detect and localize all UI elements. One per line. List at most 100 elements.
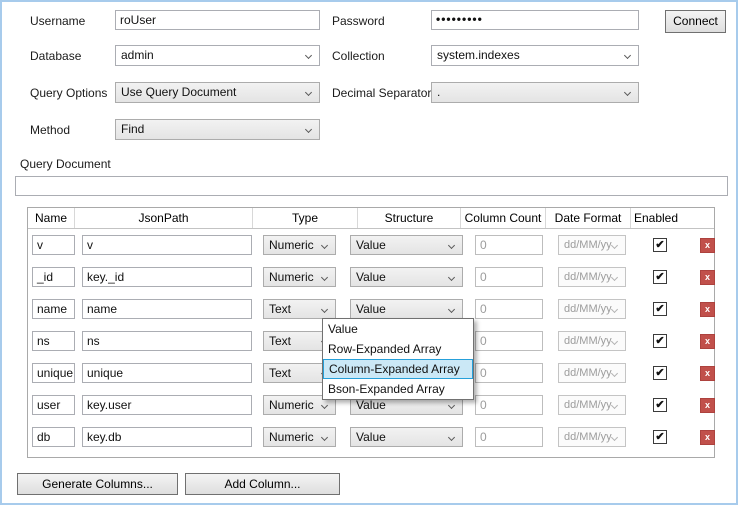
chevron-down-icon <box>611 402 618 409</box>
row-name-input[interactable]: name <box>32 299 75 319</box>
row-jsonpath-input[interactable]: name <box>82 299 252 319</box>
grid-header-cell: Date Format <box>546 208 631 228</box>
row-structure-select[interactable]: Value <box>350 267 463 287</box>
row-column-count-input[interactable]: 0 <box>475 331 543 351</box>
row-type-value: Text <box>269 302 291 316</box>
row-name-input[interactable]: unique <box>32 363 75 383</box>
chevron-down-icon <box>321 434 328 441</box>
connect-button[interactable]: Connect <box>665 10 726 33</box>
dropdown-item[interactable]: Row-Expanded Array <box>323 339 473 359</box>
database-value: admin <box>121 48 154 62</box>
row-column-count-input[interactable]: 0 <box>475 235 543 255</box>
row-jsonpath-input[interactable]: key._id <box>82 267 252 287</box>
row-structure-select[interactable]: Value <box>350 235 463 255</box>
row-type-select[interactable]: Numeric <box>263 267 336 287</box>
row-column-count-input[interactable]: 0 <box>475 395 543 415</box>
row-date-format-select[interactable]: dd/MM/yy <box>558 395 626 415</box>
row-name-input[interactable]: v <box>32 235 75 255</box>
grid-header-cell: Column Count <box>461 208 546 228</box>
collection-select[interactable]: system.indexes <box>431 45 639 66</box>
enabled-checkbox[interactable]: ✔ <box>653 366 667 380</box>
dropdown-item[interactable]: Value <box>323 319 473 339</box>
row-name-input[interactable]: ns <box>32 331 75 351</box>
row-type-select[interactable]: Numeric <box>263 427 336 447</box>
row-structure-value: Value <box>356 430 386 444</box>
generate-columns-button[interactable]: Generate Columns... <box>17 473 178 495</box>
delete-row-button[interactable]: x <box>700 302 715 317</box>
chevron-down-icon <box>611 274 618 281</box>
row-name-input[interactable]: _id <box>32 267 75 287</box>
grid-header-cell: Structure <box>358 208 461 228</box>
delete-row-button[interactable]: x <box>700 270 715 285</box>
row-column-count-input[interactable]: 0 <box>475 299 543 319</box>
row-column-count-input[interactable]: 0 <box>475 427 543 447</box>
enabled-checkbox[interactable]: ✔ <box>653 302 667 316</box>
row-jsonpath-input[interactable]: key.db <box>82 427 252 447</box>
enabled-checkbox[interactable]: ✔ <box>653 270 667 284</box>
structure-dropdown-popup: ValueRow-Expanded ArrayColumn-Expanded A… <box>322 318 474 400</box>
grid-header-cell: Type <box>253 208 358 228</box>
row-name-input[interactable]: db <box>32 427 75 447</box>
chevron-down-icon <box>624 52 631 59</box>
database-select[interactable]: admin <box>115 45 320 66</box>
query-options-select[interactable]: Use Query Document <box>115 82 320 103</box>
row-date-format-value: dd/MM/yy <box>564 271 612 283</box>
row-name-input[interactable]: user <box>32 395 75 415</box>
app-window: Username roUser Password ••••••••• Conne… <box>0 0 738 505</box>
collection-value: system.indexes <box>437 48 520 62</box>
row-type-value: Numeric <box>269 270 314 284</box>
row-date-format-select[interactable]: dd/MM/yy <box>558 331 626 351</box>
password-label: Password <box>332 13 385 29</box>
row-date-format-value: dd/MM/yy <box>564 367 612 379</box>
enabled-checkbox[interactable]: ✔ <box>653 238 667 252</box>
row-column-count-input[interactable]: 0 <box>475 267 543 287</box>
row-date-format-select[interactable]: dd/MM/yy <box>558 267 626 287</box>
row-type-value: Text <box>269 366 291 380</box>
grid-header-cell: Name <box>28 208 75 228</box>
dropdown-item[interactable]: Column-Expanded Array <box>323 359 473 379</box>
enabled-checkbox[interactable]: ✔ <box>653 430 667 444</box>
row-jsonpath-input[interactable]: v <box>82 235 252 255</box>
row-jsonpath-input[interactable]: key.user <box>82 395 252 415</box>
chevron-down-icon <box>448 434 455 441</box>
method-label: Method <box>30 122 70 138</box>
row-type-select[interactable]: Text <box>263 299 336 319</box>
row-date-format-select[interactable]: dd/MM/yy <box>558 363 626 383</box>
row-jsonpath-input[interactable]: unique <box>82 363 252 383</box>
decimal-separator-select[interactable]: . <box>431 82 639 103</box>
delete-row-button[interactable]: x <box>700 334 715 349</box>
row-structure-select[interactable]: Value <box>350 299 463 319</box>
row-date-format-select[interactable]: dd/MM/yy <box>558 427 626 447</box>
collection-label: Collection <box>332 48 385 64</box>
chevron-down-icon <box>321 306 328 313</box>
chevron-down-icon <box>321 274 328 281</box>
enabled-checkbox[interactable]: ✔ <box>653 334 667 348</box>
row-jsonpath-input[interactable]: ns <box>82 331 252 351</box>
database-label: Database <box>30 48 81 64</box>
row-date-format-select[interactable]: dd/MM/yy <box>558 299 626 319</box>
add-column-button[interactable]: Add Column... <box>185 473 340 495</box>
row-structure-select[interactable]: Value <box>350 427 463 447</box>
delete-row-button[interactable]: x <box>700 366 715 381</box>
password-input[interactable]: ••••••••• <box>431 10 639 30</box>
delete-row-button[interactable]: x <box>700 430 715 445</box>
delete-row-button[interactable]: x <box>700 398 715 413</box>
row-type-select[interactable]: Numeric <box>263 235 336 255</box>
username-input[interactable]: roUser <box>115 10 320 30</box>
chevron-down-icon <box>321 242 328 249</box>
row-column-count-input[interactable]: 0 <box>475 363 543 383</box>
delete-row-button[interactable]: x <box>700 238 715 253</box>
method-select[interactable]: Find <box>115 119 320 140</box>
dropdown-item[interactable]: Bson-Expanded Array <box>323 379 473 399</box>
row-date-format-value: dd/MM/yy <box>564 303 612 315</box>
chevron-down-icon <box>321 402 328 409</box>
chevron-down-icon <box>611 434 618 441</box>
row-type-value: Numeric <box>269 430 314 444</box>
chevron-down-icon <box>611 338 618 345</box>
row-date-format-value: dd/MM/yy <box>564 239 612 251</box>
enabled-checkbox[interactable]: ✔ <box>653 398 667 412</box>
query-document-input[interactable] <box>15 176 728 196</box>
grid-header-cell: JsonPath <box>75 208 253 228</box>
chevron-down-icon <box>448 306 455 313</box>
row-date-format-select[interactable]: dd/MM/yy <box>558 235 626 255</box>
